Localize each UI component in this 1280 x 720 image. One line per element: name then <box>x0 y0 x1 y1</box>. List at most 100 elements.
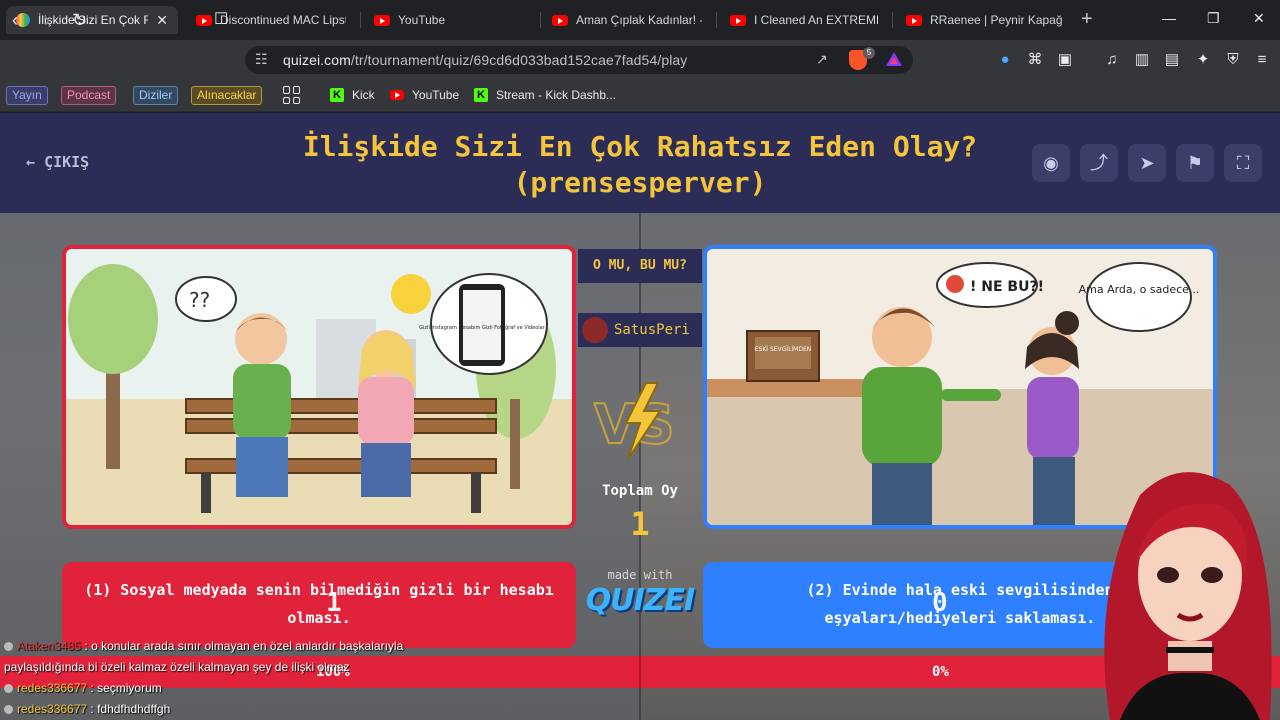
share-icon[interactable]: ↗ <box>816 51 828 68</box>
brave-rewards-icon[interactable] <box>886 52 902 66</box>
quiz-title: İlişkide Sizi En Çok Rahatsız Eden Olay?… <box>240 129 1040 201</box>
chat-message: paylaşıldığında bi özeli kalmaz özeli ka… <box>0 657 1080 678</box>
memory-box-label: ESKİ SEVGİLİMDEN <box>755 346 812 353</box>
sidebar-icon[interactable]: ▥ <box>1132 50 1152 70</box>
right-vote-count: 0 <box>932 588 948 618</box>
puzzle-icon[interactable]: ⌘ <box>1025 50 1045 70</box>
quizei-favicon-icon <box>16 13 30 27</box>
phone-screen-text: Gizli Instagram Hesabım Gizli Fotoğraf v… <box>419 324 546 331</box>
wallet-icon[interactable]: ▤ <box>1162 50 1182 70</box>
youtube-icon <box>374 14 390 26</box>
share-icon[interactable]: ⤴ <box>1080 144 1118 182</box>
flag-icon[interactable]: ⚑ <box>1176 144 1214 182</box>
bookmark-folder-podcast[interactable]: Podcast <box>61 86 117 105</box>
fullscreen-icon[interactable]: ⛶ <box>1224 144 1262 182</box>
bookmark-kick-dashboard[interactable]: K Stream - Kick Dashb... <box>474 88 616 102</box>
menu-icon[interactable]: ≡ <box>1252 50 1272 70</box>
chat-badge-icon <box>4 684 13 693</box>
tab-youtube-cleaned[interactable]: I Cleaned An EXTREMEL <box>720 6 888 34</box>
title-line-1: İlişkide Sizi En Çok Rahatsız Eden Olay? <box>302 130 978 163</box>
title-line-2: (prensesperver) <box>513 166 767 199</box>
choice-image-left[interactable]: ?? Gizli Instagram Hesabım Gizli Fotoğra… <box>62 245 576 529</box>
tab-youtube[interactable]: YouTube <box>364 6 536 34</box>
left-vote-count: 1 <box>326 588 342 618</box>
exit-button[interactable]: ← ÇIKIŞ <box>26 153 89 171</box>
media-icon[interactable]: ♫ <box>1102 50 1122 70</box>
url-text[interactable]: quizei.com/tr/tournament/quiz/69cd6d033b… <box>283 52 687 68</box>
url-host: quizei.com <box>283 52 351 68</box>
tab-youtube-aman[interactable]: Aman Çıplak Kadınlar! - <box>542 6 712 34</box>
bookmark-label: YouTube <box>412 88 460 102</box>
window-close-icon[interactable]: ✕ <box>1253 10 1265 27</box>
quizei-logo: QUIZEI <box>585 583 695 618</box>
tab-label: RRaenee | Peynir Kapağ <box>930 13 1062 27</box>
chat-text: : seçmiyorum <box>90 681 162 695</box>
send-icon[interactable]: ➤ <box>1128 144 1166 182</box>
eye-icon[interactable]: ◉ <box>1032 144 1070 182</box>
chat-badge-icon <box>4 642 13 651</box>
exit-label: ÇIKIŞ <box>44 153 90 171</box>
chat-username: Ataken3485 <box>17 639 82 653</box>
tab-quiz[interactable]: İlişkide Sizi En Çok Ra ✕ <box>6 6 178 34</box>
leo-ai-icon[interactable]: ✦ <box>1193 50 1213 70</box>
extension-icon[interactable]: ● <box>995 50 1015 70</box>
bookmark-label: Kick <box>352 88 375 102</box>
chat-text: : o konular arada sınır olmayan en özel … <box>84 639 404 653</box>
made-with-label: made with <box>607 568 673 582</box>
chat-text: : fdhdfhdhdffgh <box>90 702 171 716</box>
bookmark-folder-alinacaklar[interactable]: Alınacaklar <box>191 86 263 105</box>
bookmark-label: Stream - Kick Dashb... <box>496 88 617 102</box>
tab-youtube-mac[interactable]: Discontinued MAC Lipst <box>186 6 356 34</box>
vpn-icon[interactable]: ⛨ <box>1223 50 1243 70</box>
tab-separator <box>892 12 893 28</box>
total-votes-label: Toplam Oy <box>602 483 678 499</box>
youtube-icon <box>390 90 404 100</box>
tab-label: YouTube <box>398 13 446 27</box>
screenshot-icon[interactable]: ▣ <box>1055 50 1075 70</box>
tab-youtube-rraenee[interactable]: RRaenee | Peynir Kapağ <box>896 6 1072 34</box>
tab-label: Discontinued MAC Lipst <box>220 13 346 27</box>
chat-text: paylaşıldığında bi özeli kalmaz özeli ka… <box>4 660 350 674</box>
bookmark-folder-yayin[interactable]: Yayın <box>6 86 48 105</box>
chat-username: redes336677 <box>17 702 88 716</box>
chat-message: redes336677 : fdhdfhdhdffgh <box>0 699 1080 720</box>
tab-label: I Cleaned An EXTREMEL <box>754 13 878 27</box>
reply-bubble-text: Ama Arda, o sadece... <box>1079 283 1200 296</box>
tab-separator <box>716 12 717 28</box>
site-info-icon[interactable]: ☷ <box>255 51 268 68</box>
question-bubble-text: ?? <box>189 288 210 312</box>
youtube-icon <box>552 14 568 26</box>
center-prompt: O MU, BU MU? <box>578 249 702 283</box>
arrow-left-icon: ← <box>26 153 36 171</box>
bookmark-kick[interactable]: K Kick <box>330 88 375 102</box>
maximize-icon[interactable]: ❐ <box>1207 10 1220 27</box>
tab-separator <box>540 12 541 28</box>
park-bench-illustration: ?? Gizli Instagram Hesabım Gizli Fotoğra… <box>66 249 572 525</box>
tab-separator <box>360 12 361 28</box>
url-path: /tr/tournament/quiz/69cd6d033bad152cae7f… <box>350 52 688 68</box>
bookmark-icon[interactable]: ☐ <box>214 10 228 30</box>
tab-label: İlişkide Sizi En Çok Ra <box>38 13 149 27</box>
bookmark-folder-diziler[interactable]: Diziler <box>133 86 179 105</box>
minimize-icon[interactable]: — <box>1162 10 1176 26</box>
chat-username: redes336677 <box>17 681 88 695</box>
youtube-icon <box>196 14 212 26</box>
new-tab-button[interactable]: + <box>1081 8 1093 31</box>
streamer-vtuber-avatar <box>1104 472 1272 720</box>
streamer-avatar <box>582 317 608 343</box>
kick-icon: K <box>330 88 344 102</box>
chat-badge-icon <box>4 705 13 714</box>
back-icon[interactable]: ‹ <box>12 10 18 30</box>
forward-icon[interactable]: › <box>44 10 50 30</box>
angry-bubble-text: ! NE BU?! <box>970 279 1044 295</box>
close-icon[interactable]: ✕ <box>148 12 168 29</box>
shields-count-badge: 5 <box>863 47 875 59</box>
tab-label: Aman Çıplak Kadınlar! - <box>576 13 702 27</box>
youtube-icon <box>730 14 746 26</box>
reload-icon[interactable]: ↻ <box>72 10 87 30</box>
youtube-icon <box>906 14 922 26</box>
chat-message: Ataken3485 : o konular arada sınır olmay… <box>0 636 1080 657</box>
bookmark-youtube[interactable]: YouTube <box>390 88 459 102</box>
kick-icon: K <box>474 88 488 102</box>
apps-grid-icon[interactable] <box>283 86 301 104</box>
